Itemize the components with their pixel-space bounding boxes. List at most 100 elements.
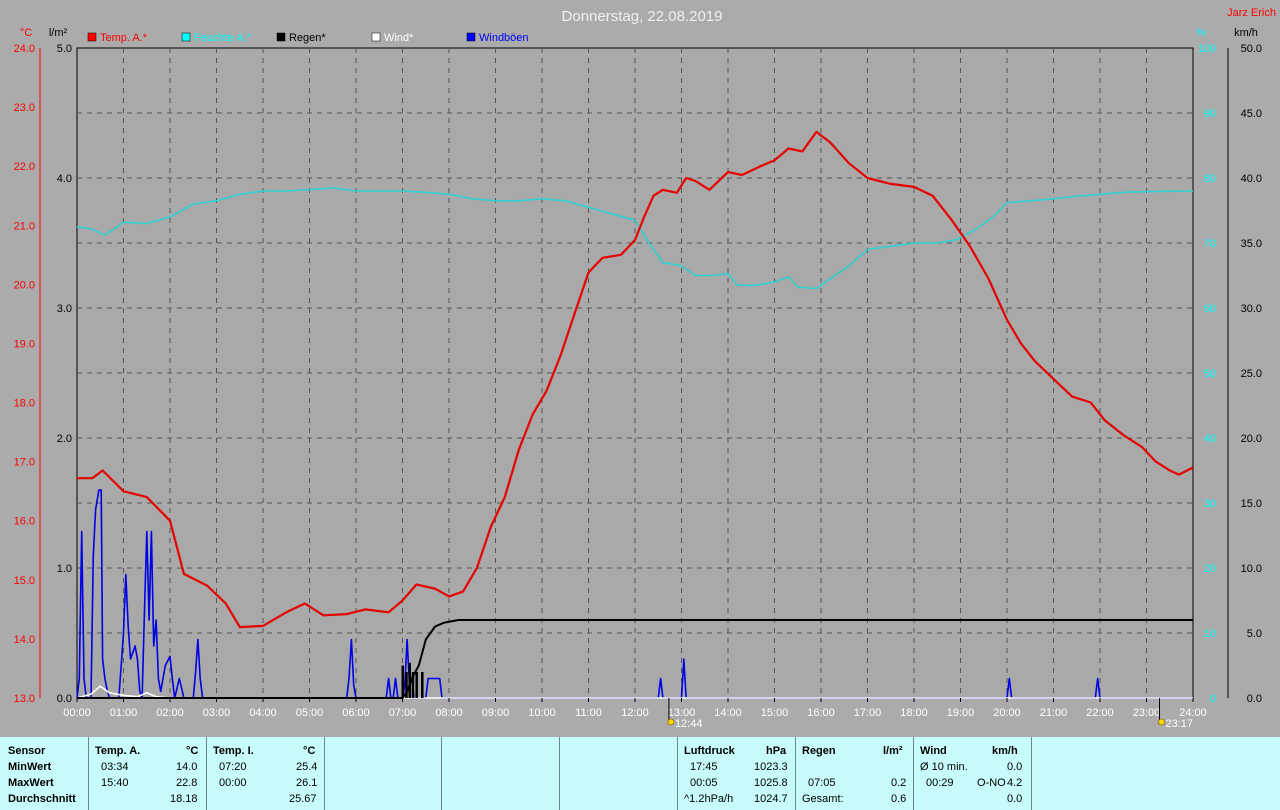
max-rain-value: 0.2 <box>891 777 907 789</box>
rain-bar <box>408 662 411 698</box>
x-tick-label: 09:00 <box>482 707 510 719</box>
max-temp-i-time: 00:00 <box>219 777 247 789</box>
pct-tick-label: 100 <box>1198 43 1216 55</box>
max-temp-a-time: 15:40 <box>101 777 129 789</box>
min-pressure-time: 17:45 <box>690 761 718 773</box>
legend-swatch <box>181 32 191 42</box>
max-temp-a-value: 22.8 <box>176 777 198 789</box>
max-rain-time: 07:05 <box>808 777 836 789</box>
rain-total-label: Gesamt: <box>802 793 844 805</box>
pct-tick-label: 20 <box>1204 563 1216 575</box>
x-tick-label: 19:00 <box>947 707 975 719</box>
pct-tick-label: 70 <box>1204 238 1216 250</box>
pct-tick-label: 60 <box>1204 303 1216 315</box>
avg-temp-i-value: 25.67 <box>289 793 317 805</box>
stats-panel: Sensor Temp. A. °C Temp. I. °C Luftdruck… <box>0 737 1280 810</box>
pct-tick-label: 90 <box>1204 108 1216 120</box>
weather-chart: 13.0 14.0 15.0 16.0 17.0 18.0 19.0 20.0 21.0 22.0… <box>14 7 1276 730</box>
temp-a-unit: °C <box>186 745 199 757</box>
pct-tick-label: 30 <box>1204 498 1216 510</box>
rain-unit: l/m² <box>883 745 903 757</box>
temp-tick-label: 18.0 <box>14 398 35 410</box>
rain-bar <box>411 672 415 698</box>
min-temp-i-time: 07:20 <box>219 761 247 773</box>
sunset-icon <box>1158 718 1165 726</box>
pressure-unit: hPa <box>766 745 787 757</box>
x-tick-label: 18:00 <box>900 707 928 719</box>
x-tick-label: 20:00 <box>993 707 1021 719</box>
x-tick-label: 23:00 <box>1133 707 1161 719</box>
sunset-label: 23:17 <box>1166 718 1194 730</box>
temp-tick-label: 13.0 <box>14 693 35 705</box>
sensor-header: Sensor <box>8 745 46 757</box>
rain-tick-label: 1.0 <box>57 563 72 575</box>
temp-tick-label: 21.0 <box>14 220 35 232</box>
temp-tick-label: 22.0 <box>14 161 35 173</box>
max-wind-value: 4.2 <box>1007 777 1023 789</box>
row-label-min: MinWert <box>8 761 52 773</box>
legend-label: Wind* <box>384 32 414 44</box>
legend-swatch <box>276 32 286 42</box>
rain-bar <box>401 665 404 698</box>
pressure-trend: ^1.2hPa/h <box>684 793 734 805</box>
x-tick-label: 00:00 <box>63 707 91 719</box>
wind-tick-label: 0.0 <box>1247 693 1262 705</box>
pct-tick-label: 10 <box>1204 628 1216 640</box>
x-tick-label: 04:00 <box>249 707 277 719</box>
temp-i-unit: °C <box>303 745 316 757</box>
x-tick-label: 02:00 <box>156 707 184 719</box>
avg-wind-value: 0.0 <box>1007 793 1023 805</box>
temp-tick-label: 15.0 <box>14 575 35 587</box>
max-pressure-time: 00:05 <box>690 777 718 789</box>
x-tick-label: 01:00 <box>110 707 138 719</box>
temp-tick-label: 17.0 <box>14 457 35 469</box>
legend: Temp. A.* Feuchte A.* Regen* Wind* Windböen <box>87 32 529 44</box>
max-wind-time: 00:29 <box>926 777 954 789</box>
x-tick-label: 15:00 <box>761 707 789 719</box>
wind-unit: km/h <box>992 745 1018 757</box>
min-temp-a-time: 03:34 <box>101 761 129 773</box>
wind-tick-label: 35.0 <box>1241 238 1262 250</box>
wind-tick-label: 50.0 <box>1241 43 1262 55</box>
x-tick-label: 03:00 <box>203 707 231 719</box>
x-tick-label: 06:00 <box>342 707 370 719</box>
x-tick-label: 12:00 <box>621 707 649 719</box>
x-tick-label: 17:00 <box>854 707 882 719</box>
rain-tick-label: 0.0 <box>57 693 72 705</box>
chart-title: Donnerstag, 22.08.2019 <box>562 8 723 25</box>
row-label-avg: Durchschnitt <box>8 793 76 805</box>
author-label: Jarz Erich <box>1227 7 1276 19</box>
sunrise-label: 12:44 <box>675 718 703 730</box>
sun-markers: 12:44 23:17 <box>667 698 1194 730</box>
pct-tick-label: 40 <box>1204 433 1216 445</box>
rain-header: Regen <box>802 745 836 757</box>
rain-bar <box>415 672 418 698</box>
temp-i-header: Temp. I. <box>213 745 254 757</box>
max-temp-i-value: 26.1 <box>296 777 318 789</box>
sunrise-icon <box>667 718 675 726</box>
pct-tick-label: 50 <box>1204 368 1216 380</box>
wind-tick-label: 20.0 <box>1241 433 1262 445</box>
temp-tick-label: 16.0 <box>14 516 35 528</box>
rain-tick-label: 5.0 <box>57 43 72 55</box>
max-wind-direction: O-NO <box>977 777 1006 789</box>
pressure-header: Luftdruck <box>684 745 735 757</box>
legend-swatch <box>371 32 381 42</box>
x-tick-label: 14:00 <box>714 707 742 719</box>
rain-bar <box>421 672 424 698</box>
wind-tick-label: 45.0 <box>1241 108 1262 120</box>
wind-tick-label: 30.0 <box>1241 303 1262 315</box>
temp-a-header: Temp. A. <box>95 745 141 757</box>
pct-tick-label: 80 <box>1204 173 1216 185</box>
wind-avg-label: Ø 10 min. <box>920 761 968 773</box>
wind-tick-label: 40.0 <box>1241 173 1262 185</box>
avg-pressure-value: 1024.7 <box>754 793 788 805</box>
temp-tick-label: 24.0 <box>14 43 35 55</box>
min-temp-a-value: 14.0 <box>176 761 198 773</box>
temp-tick-label: 19.0 <box>14 338 35 350</box>
pct-tick-label: 0 <box>1210 693 1216 705</box>
legend-label: Regen* <box>289 32 326 44</box>
temp-tick-label: 14.0 <box>14 634 35 646</box>
rain-tick-label: 2.0 <box>57 433 72 445</box>
wind-unit-label: km/h <box>1234 27 1258 39</box>
